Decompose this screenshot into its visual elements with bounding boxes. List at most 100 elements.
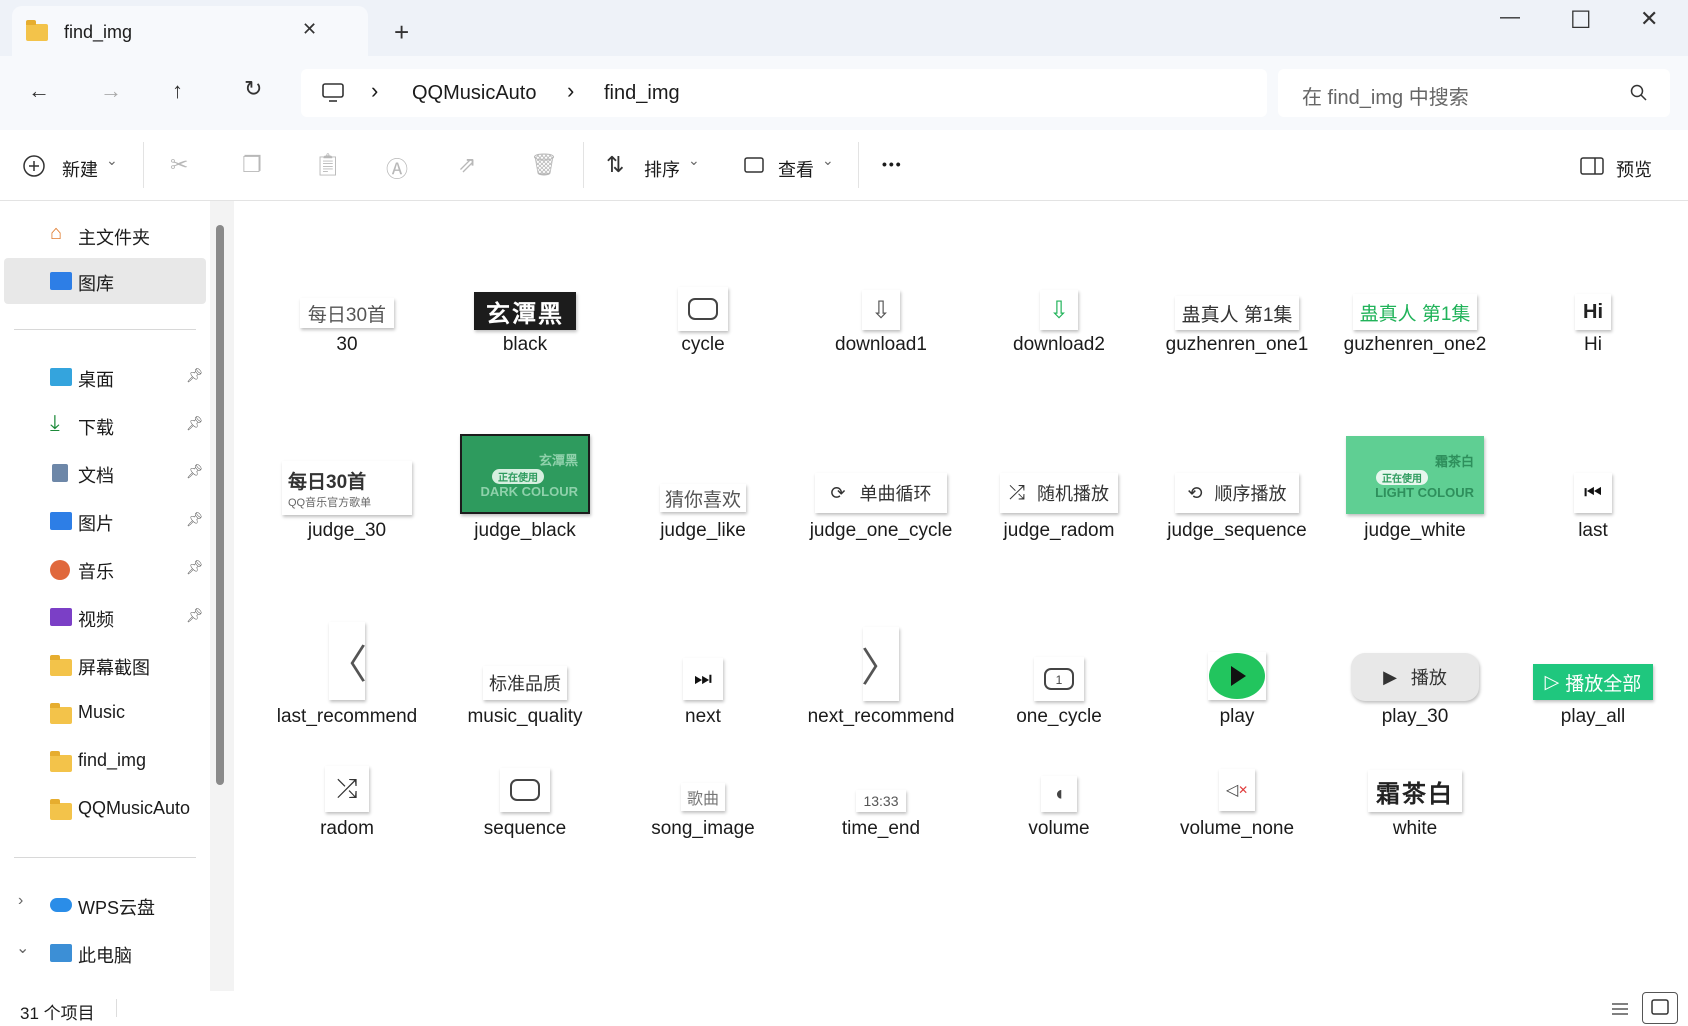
status-bar: 31 个项目 — [0, 991, 1688, 1026]
new-button[interactable]: 新建 ⌄ — [22, 152, 122, 182]
pin-icon[interactable]: 📌︎ — [186, 415, 204, 432]
sidebar-item-label: 图库 — [78, 274, 114, 294]
thumbnail: ⟲ 顺序播放 — [1175, 473, 1299, 513]
preview-pane-button[interactable]: 预览 — [1578, 152, 1668, 182]
thumbnail: 13:33 — [856, 790, 906, 812]
view-icon — [744, 157, 764, 173]
sidebar-item-label: find_img — [78, 750, 147, 770]
minimize-button[interactable]: — — [1500, 6, 1520, 29]
pin-icon[interactable]: 📌︎ — [186, 463, 204, 480]
pin-icon[interactable]: 📌︎ — [186, 559, 204, 576]
sidebar-item-downloads[interactable]: ⤓ 下载 📌︎ — [0, 402, 206, 448]
file-name: black — [502, 334, 548, 355]
file-name: judge_sequence — [1167, 520, 1307, 541]
file-name: guzhenren_one2 — [1343, 334, 1487, 355]
play-icon: ▶ — [1383, 666, 1397, 687]
thumbnail: 蛊真人 第1集 — [1353, 294, 1477, 330]
sequence-icon: ⟲ — [1187, 482, 1203, 503]
sidebar-item-music[interactable]: 音乐 📌︎ — [0, 546, 206, 592]
thumbnail: 玄潭黑 正在使用 DARK COLOUR — [460, 434, 590, 514]
divider — [858, 142, 859, 188]
sidebar-item-label: QQMusicAuto — [78, 798, 191, 818]
pictures-icon — [50, 512, 72, 530]
close-button[interactable]: ✕ — [1640, 6, 1658, 32]
sidebar-scrollbar[interactable] — [216, 225, 224, 785]
forward-button[interactable]: → — [100, 78, 122, 104]
svg-text:1: 1 — [1056, 673, 1063, 687]
shuffle-icon: ⤮ — [1009, 481, 1025, 504]
address-bar[interactable]: › QQMusicAuto › find_img — [301, 69, 1267, 117]
sidebar-item-find-img[interactable]: find_img — [0, 738, 206, 784]
home-icon: ⌂ — [50, 222, 63, 244]
file-name: 30 — [336, 334, 358, 355]
sidebar-item-label: 音乐 — [78, 562, 114, 582]
more-button[interactable]: ••• — [882, 156, 903, 172]
thumbnail: 霜茶白 正在使用 LIGHT COLOUR — [1346, 436, 1484, 514]
sidebar-item-label: 此电脑 — [78, 946, 132, 966]
sidebar-item-gallery[interactable]: 图库 — [4, 258, 206, 304]
sidebar-item-desktop[interactable]: 桌面 📌︎ — [0, 354, 206, 400]
sidebar-item-label: 下载 — [78, 418, 114, 438]
tiles-view-button[interactable] — [1642, 992, 1678, 1024]
file-name: volume_none — [1179, 818, 1295, 839]
sequence-icon — [500, 768, 550, 812]
copy-icon[interactable]: ❐ — [242, 152, 262, 178]
file-name: last_recommend — [276, 706, 418, 727]
up-button[interactable]: ↑ — [172, 78, 183, 104]
sidebar-item-pictures[interactable]: 图片 📌︎ — [0, 498, 206, 544]
sidebar-item-music-folder[interactable]: Music — [0, 690, 206, 736]
tab-close-button[interactable]: ✕ — [302, 19, 317, 40]
rename-icon[interactable]: Ⓐ — [386, 152, 408, 184]
chevron-down-icon[interactable]: ⌄ — [16, 938, 29, 958]
preview-pane-icon — [1580, 157, 1604, 175]
breadcrumb-qqmusicauto[interactable]: QQMusicAuto — [412, 82, 536, 105]
file-name: Hi — [1584, 334, 1602, 355]
thumbnail: 蛊真人 第1集 — [1175, 296, 1299, 330]
breadcrumb-find-img[interactable]: find_img — [604, 82, 680, 105]
music-icon — [50, 560, 70, 580]
divider — [14, 857, 196, 858]
sidebar-item-documents[interactable]: 文档 📌︎ — [0, 450, 206, 496]
pin-icon[interactable]: 📌︎ — [186, 511, 204, 528]
new-tab-button[interactable]: + — [394, 17, 409, 48]
chevron-right-icon[interactable]: › — [18, 892, 23, 910]
sidebar-item-label: 主文件夹 — [78, 228, 150, 248]
share-icon[interactable]: ⇗ — [458, 152, 476, 178]
maximize-button[interactable]: ☐ — [1570, 6, 1592, 35]
file-name: judge_black — [474, 520, 576, 541]
file-name: judge_radom — [1003, 520, 1115, 541]
refresh-button[interactable]: ↻ — [244, 76, 262, 102]
sidebar-item-this-pc[interactable]: ⌄ 此电脑 — [0, 930, 206, 976]
sidebar-item-home[interactable]: ⌂ 主文件夹 — [0, 212, 206, 258]
pin-icon[interactable]: 📌︎ — [186, 367, 204, 384]
thumbnail: 每日30首 QQ音乐官方歌单 — [282, 461, 412, 515]
file-name: guzhenren_one1 — [1165, 334, 1309, 355]
thumbnail: 标准品质 — [483, 666, 567, 700]
sidebar-item-videos[interactable]: 视频 📌︎ — [0, 594, 206, 640]
sort-button[interactable]: ⇅ 排序 ⌄ — [606, 152, 706, 182]
navigation-pane: ⌂ 主文件夹 图库 桌面 📌︎ ⤓ 下载 📌︎ 文档 📌︎ 图片 📌︎ 音乐 📌… — [0, 201, 216, 991]
sidebar-item-qqmusicauto[interactable]: QQMusicAuto — [0, 786, 206, 832]
file-name: judge_white — [1364, 520, 1466, 541]
previous-icon: ⏮︎ — [1574, 473, 1612, 513]
search-input[interactable]: 在 find_img 中搜索 — [1278, 69, 1670, 117]
view-button[interactable]: 查看 ⌄ — [742, 152, 842, 182]
sidebar-item-screenshots[interactable]: 屏幕截图 — [0, 642, 206, 688]
back-button[interactable]: ← — [28, 78, 50, 104]
details-view-icon[interactable] — [1610, 1001, 1630, 1017]
tab-find-img[interactable]: find_img ✕ — [12, 6, 368, 58]
breadcrumb-separator: › — [371, 78, 379, 103]
search-icon[interactable] — [1630, 84, 1648, 102]
cut-icon[interactable]: ✂ — [170, 152, 188, 178]
paste-icon[interactable]: 📋︎ — [314, 152, 342, 178]
sidebar-item-wps-cloud[interactable]: › WPS云盘 — [0, 882, 206, 928]
sort-icon: ⇅ — [606, 152, 625, 177]
shuffle-icon: ⤮ — [325, 766, 369, 812]
file-name: time_end — [841, 818, 921, 839]
file-name: judge_one_cycle — [809, 520, 953, 541]
pin-icon[interactable]: 📌︎ — [186, 607, 204, 624]
divider — [14, 329, 196, 330]
delete-icon[interactable]: 🗑︎ — [530, 152, 558, 178]
thumbnail: 每日30首 — [300, 298, 394, 328]
thumbnail: 玄潭黑 — [474, 292, 576, 330]
